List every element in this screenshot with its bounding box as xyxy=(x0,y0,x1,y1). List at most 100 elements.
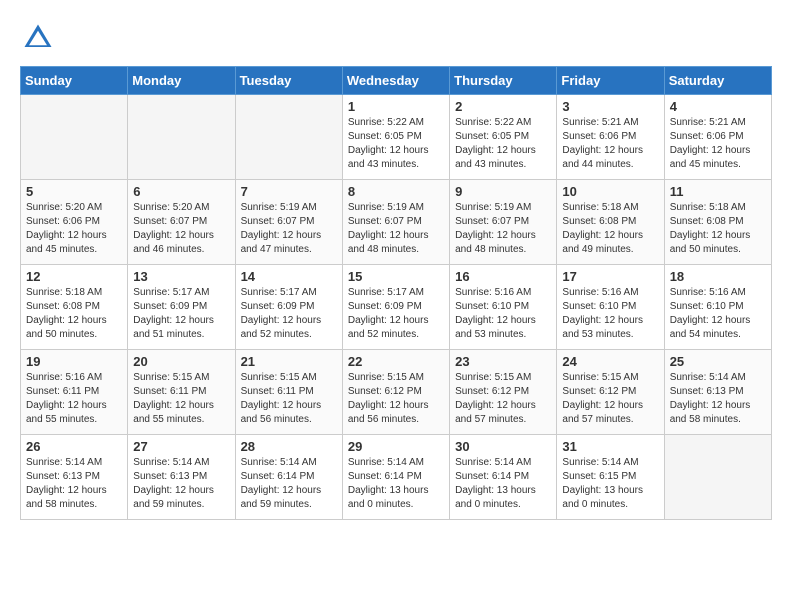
calendar-cell: 3 Sunrise: 5:21 AM Sunset: 6:06 PM Daylig… xyxy=(557,95,664,180)
day-number: 30 xyxy=(455,439,551,454)
day-info: Sunrise: 5:16 AM Sunset: 6:10 PM Dayligh… xyxy=(562,286,658,342)
page-header xyxy=(20,20,772,56)
calendar-cell: 19 Sunrise: 5:16 AM Sunset: 6:11 PM Dayli… xyxy=(21,350,128,435)
day-number: 9 xyxy=(455,184,551,199)
calendar-cell: 18 Sunrise: 5:16 AM Sunset: 6:10 PM Dayli… xyxy=(664,265,771,350)
day-info: Sunrise: 5:16 AM Sunset: 6:11 PM Dayligh… xyxy=(26,371,122,427)
day-info: Sunrise: 5:22 AM Sunset: 6:05 PM Dayligh… xyxy=(348,116,444,172)
calendar-cell: 13 Sunrise: 5:17 AM Sunset: 6:09 PM Dayli… xyxy=(128,265,235,350)
day-info: Sunrise: 5:18 AM Sunset: 6:08 PM Dayligh… xyxy=(670,201,766,257)
calendar-cell: 11 Sunrise: 5:18 AM Sunset: 6:08 PM Dayli… xyxy=(664,180,771,265)
calendar-table: SundayMondayTuesdayWednesdayThursdayFrid… xyxy=(20,66,772,520)
day-info: Sunrise: 5:19 AM Sunset: 6:07 PM Dayligh… xyxy=(348,201,444,257)
calendar-cell xyxy=(664,435,771,520)
day-info: Sunrise: 5:17 AM Sunset: 6:09 PM Dayligh… xyxy=(241,286,337,342)
calendar-cell: 12 Sunrise: 5:18 AM Sunset: 6:08 PM Dayli… xyxy=(21,265,128,350)
calendar-cell: 4 Sunrise: 5:21 AM Sunset: 6:06 PM Daylig… xyxy=(664,95,771,180)
day-info: Sunrise: 5:21 AM Sunset: 6:06 PM Dayligh… xyxy=(670,116,766,172)
calendar-week-row: 26 Sunrise: 5:14 AM Sunset: 6:13 PM Dayli… xyxy=(21,435,772,520)
calendar-cell: 23 Sunrise: 5:15 AM Sunset: 6:12 PM Dayli… xyxy=(450,350,557,435)
day-number: 25 xyxy=(670,354,766,369)
day-info: Sunrise: 5:22 AM Sunset: 6:05 PM Dayligh… xyxy=(455,116,551,172)
day-number: 3 xyxy=(562,99,658,114)
calendar-cell: 8 Sunrise: 5:19 AM Sunset: 6:07 PM Daylig… xyxy=(342,180,449,265)
day-info: Sunrise: 5:17 AM Sunset: 6:09 PM Dayligh… xyxy=(348,286,444,342)
day-number: 16 xyxy=(455,269,551,284)
day-info: Sunrise: 5:19 AM Sunset: 6:07 PM Dayligh… xyxy=(455,201,551,257)
day-number: 2 xyxy=(455,99,551,114)
day-number: 1 xyxy=(348,99,444,114)
day-number: 22 xyxy=(348,354,444,369)
calendar-week-row: 12 Sunrise: 5:18 AM Sunset: 6:08 PM Dayli… xyxy=(21,265,772,350)
day-info: Sunrise: 5:15 AM Sunset: 6:12 PM Dayligh… xyxy=(455,371,551,427)
calendar-cell: 30 Sunrise: 5:14 AM Sunset: 6:14 PM Dayli… xyxy=(450,435,557,520)
day-number: 24 xyxy=(562,354,658,369)
day-of-week-header: Tuesday xyxy=(235,67,342,95)
day-info: Sunrise: 5:14 AM Sunset: 6:15 PM Dayligh… xyxy=(562,456,658,512)
day-number: 26 xyxy=(26,439,122,454)
calendar-cell xyxy=(21,95,128,180)
day-number: 18 xyxy=(670,269,766,284)
day-info: Sunrise: 5:20 AM Sunset: 6:07 PM Dayligh… xyxy=(133,201,229,257)
calendar-cell: 14 Sunrise: 5:17 AM Sunset: 6:09 PM Dayli… xyxy=(235,265,342,350)
day-number: 19 xyxy=(26,354,122,369)
calendar-cell xyxy=(235,95,342,180)
day-number: 12 xyxy=(26,269,122,284)
day-info: Sunrise: 5:18 AM Sunset: 6:08 PM Dayligh… xyxy=(26,286,122,342)
day-number: 10 xyxy=(562,184,658,199)
day-number: 27 xyxy=(133,439,229,454)
day-info: Sunrise: 5:14 AM Sunset: 6:14 PM Dayligh… xyxy=(455,456,551,512)
day-number: 31 xyxy=(562,439,658,454)
day-number: 20 xyxy=(133,354,229,369)
day-info: Sunrise: 5:14 AM Sunset: 6:14 PM Dayligh… xyxy=(241,456,337,512)
calendar-cell: 26 Sunrise: 5:14 AM Sunset: 6:13 PM Dayli… xyxy=(21,435,128,520)
day-info: Sunrise: 5:15 AM Sunset: 6:12 PM Dayligh… xyxy=(348,371,444,427)
day-info: Sunrise: 5:15 AM Sunset: 6:12 PM Dayligh… xyxy=(562,371,658,427)
day-number: 21 xyxy=(241,354,337,369)
day-number: 7 xyxy=(241,184,337,199)
calendar-cell: 5 Sunrise: 5:20 AM Sunset: 6:06 PM Daylig… xyxy=(21,180,128,265)
day-info: Sunrise: 5:14 AM Sunset: 6:13 PM Dayligh… xyxy=(670,371,766,427)
day-of-week-header: Thursday xyxy=(450,67,557,95)
calendar-cell: 31 Sunrise: 5:14 AM Sunset: 6:15 PM Dayli… xyxy=(557,435,664,520)
day-info: Sunrise: 5:15 AM Sunset: 6:11 PM Dayligh… xyxy=(133,371,229,427)
day-of-week-header: Sunday xyxy=(21,67,128,95)
calendar-cell: 25 Sunrise: 5:14 AM Sunset: 6:13 PM Dayli… xyxy=(664,350,771,435)
calendar-cell: 27Sunrise: 5:14 AM Sunset: 6:13 PM Dayli… xyxy=(128,435,235,520)
day-number: 4 xyxy=(670,99,766,114)
day-info: Sunrise: 5:16 AM Sunset: 6:10 PM Dayligh… xyxy=(455,286,551,342)
calendar-week-row: 1 Sunrise: 5:22 AM Sunset: 6:05 PM Daylig… xyxy=(21,95,772,180)
calendar-week-row: 5 Sunrise: 5:20 AM Sunset: 6:06 PM Daylig… xyxy=(21,180,772,265)
calendar-cell: 15 Sunrise: 5:17 AM Sunset: 6:09 PM Dayli… xyxy=(342,265,449,350)
day-number: 14 xyxy=(241,269,337,284)
day-number: 17 xyxy=(562,269,658,284)
day-number: 23 xyxy=(455,354,551,369)
day-of-week-header: Friday xyxy=(557,67,664,95)
day-info: Sunrise: 5:20 AM Sunset: 6:06 PM Dayligh… xyxy=(26,201,122,257)
calendar-cell: 2 Sunrise: 5:22 AM Sunset: 6:05 PM Daylig… xyxy=(450,95,557,180)
day-number: 8 xyxy=(348,184,444,199)
day-info: Sunrise: 5:17 AM Sunset: 6:09 PM Dayligh… xyxy=(133,286,229,342)
day-info: Sunrise: 5:21 AM Sunset: 6:06 PM Dayligh… xyxy=(562,116,658,172)
day-number: 13 xyxy=(133,269,229,284)
calendar-cell: 20 Sunrise: 5:15 AM Sunset: 6:11 PM Dayli… xyxy=(128,350,235,435)
calendar-cell: 1 Sunrise: 5:22 AM Sunset: 6:05 PM Daylig… xyxy=(342,95,449,180)
calendar-cell: 22 Sunrise: 5:15 AM Sunset: 6:12 PM Dayli… xyxy=(342,350,449,435)
day-number: 29 xyxy=(348,439,444,454)
day-number: 15 xyxy=(348,269,444,284)
day-number: 11 xyxy=(670,184,766,199)
day-info: Sunrise: 5:16 AM Sunset: 6:10 PM Dayligh… xyxy=(670,286,766,342)
calendar-cell: 17 Sunrise: 5:16 AM Sunset: 6:10 PM Dayli… xyxy=(557,265,664,350)
day-of-week-header: Monday xyxy=(128,67,235,95)
calendar-cell: 29 Sunrise: 5:14 AM Sunset: 6:14 PM Dayli… xyxy=(342,435,449,520)
day-info: Sunrise: 5:14 AM Sunset: 6:14 PM Dayligh… xyxy=(348,456,444,512)
day-of-week-header: Saturday xyxy=(664,67,771,95)
calendar-cell: 21 Sunrise: 5:15 AM Sunset: 6:11 PM Dayli… xyxy=(235,350,342,435)
day-number: 5 xyxy=(26,184,122,199)
calendar-week-row: 19 Sunrise: 5:16 AM Sunset: 6:11 PM Dayli… xyxy=(21,350,772,435)
logo-icon xyxy=(20,20,56,56)
day-info: Sunrise: 5:18 AM Sunset: 6:08 PM Dayligh… xyxy=(562,201,658,257)
day-info: Sunrise: 5:14 AM Sunset: 6:13 PM Dayligh… xyxy=(26,456,122,512)
day-number: 28 xyxy=(241,439,337,454)
day-info: Sunrise: 5:15 AM Sunset: 6:11 PM Dayligh… xyxy=(241,371,337,427)
